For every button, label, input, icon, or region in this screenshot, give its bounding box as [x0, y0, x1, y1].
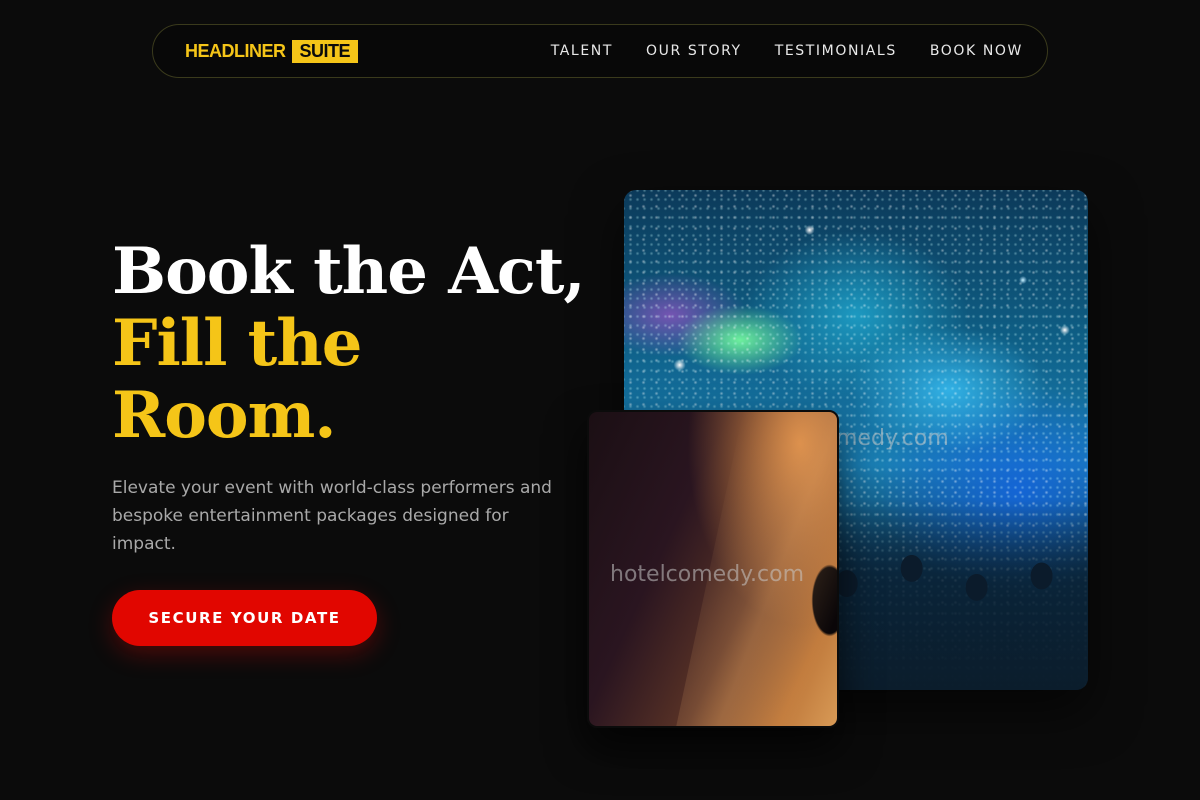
secure-your-date-button[interactable]: SECURE YOUR DATE [112, 590, 377, 646]
brand-logo[interactable]: HEADLINER SUITE [185, 39, 359, 63]
hero-title: Book the Act, Fill the Room. [112, 234, 586, 453]
hero-title-line1: Book the Act, [112, 234, 586, 309]
logo-wordmark: HEADLINER [185, 40, 286, 61]
nav-links: TALENT OUR STORY TESTIMONIALS BOOK NOW [551, 43, 1023, 59]
nav-link-book-now[interactable]: BOOK NOW [930, 43, 1023, 59]
logo-badge: SUITE [291, 39, 359, 63]
comedy-watermark: hotelcomedy.com [610, 562, 805, 587]
comedy-stage-image: hotelcomedy.com [587, 410, 839, 728]
hero-title-line3: Room. [112, 378, 337, 453]
top-navbar: HEADLINER SUITE TALENT OUR STORY TESTIMO… [152, 24, 1048, 78]
nav-link-our-story[interactable]: OUR STORY [646, 43, 742, 59]
landing-page: HEADLINER SUITE TALENT OUR STORY TESTIMO… [0, 0, 1200, 800]
hero-description: Elevate your event with world-class perf… [112, 478, 552, 554]
nav-link-talent[interactable]: TALENT [551, 43, 613, 59]
nav-link-testimonials[interactable]: TESTIMONIALS [775, 43, 897, 59]
hero-title-line2: Fill the [112, 306, 362, 381]
concert-watermark: medy.com [836, 426, 949, 451]
